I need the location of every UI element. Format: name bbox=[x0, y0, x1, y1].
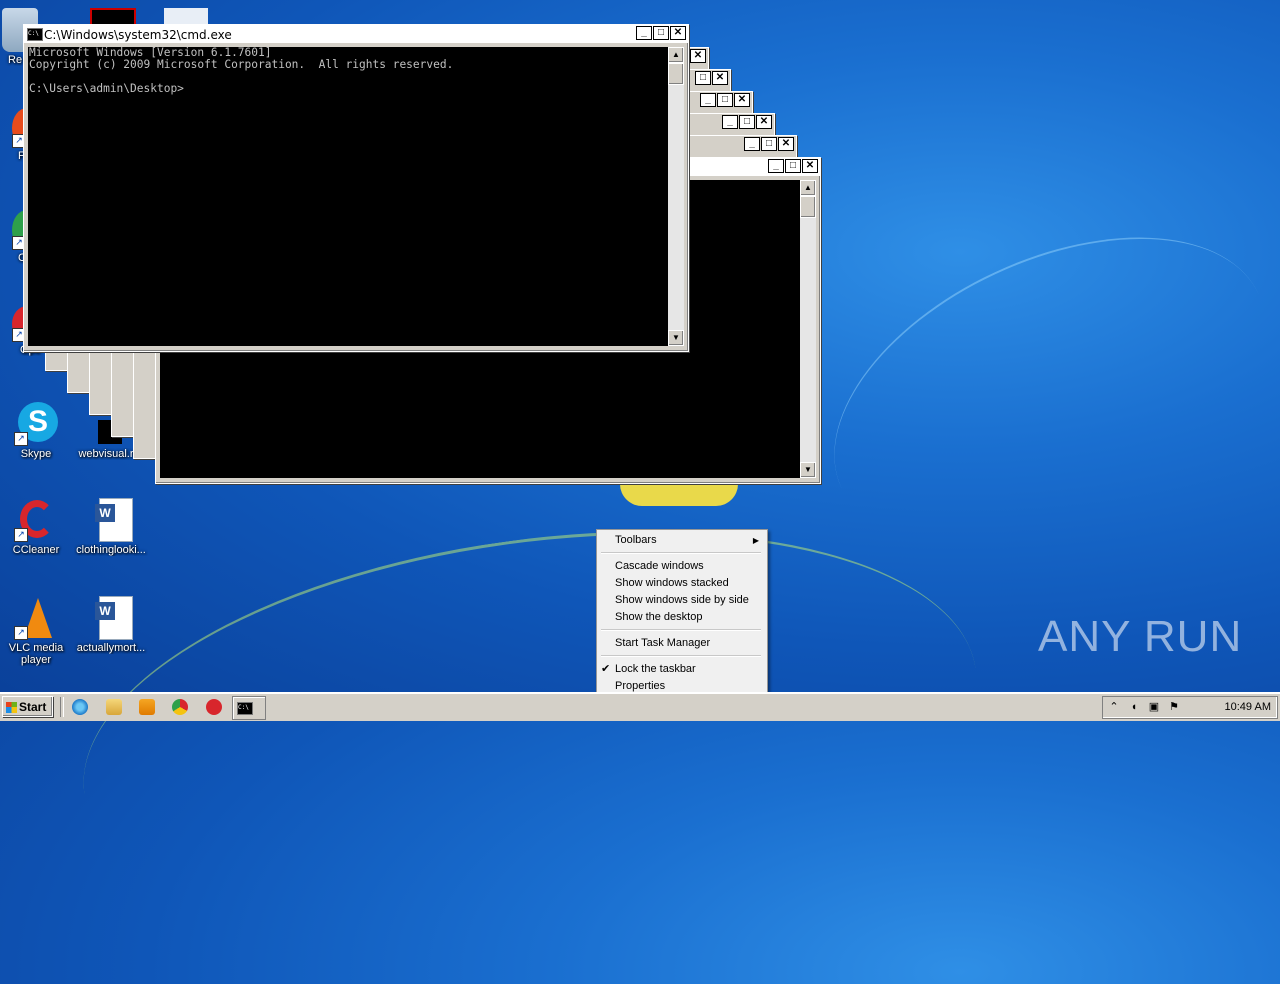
taskbar-context-menu: Toolbars ▶ Cascade windows Show windows … bbox=[596, 529, 768, 698]
scroll-down-button[interactable]: ▼ bbox=[800, 462, 816, 478]
submenu-arrow-icon: ▶ bbox=[752, 536, 759, 545]
taskbar-divider bbox=[60, 697, 64, 717]
maximize-button[interactable]: □ bbox=[761, 137, 777, 151]
maximize-button[interactable]: □ bbox=[653, 26, 669, 40]
scroll-up-button[interactable]: ▲ bbox=[800, 180, 816, 196]
system-tray: ⌃ ◖ ▣ ⚑ 10:49 AM bbox=[1102, 696, 1278, 719]
scroll-thumb[interactable] bbox=[668, 63, 684, 85]
maximize-button[interactable]: □ bbox=[739, 115, 755, 129]
menu-item-show-windows-stacked[interactable]: Show windows stacked bbox=[615, 575, 763, 592]
console-prompt: C:\Users\admin\Desktop> bbox=[29, 82, 184, 95]
word-document-icon: W bbox=[89, 596, 133, 640]
close-button[interactable]: ✕ bbox=[756, 115, 772, 129]
close-button[interactable]: ✕ bbox=[734, 93, 750, 107]
skype-icon: S ↗ bbox=[14, 402, 58, 446]
close-button[interactable]: ✕ bbox=[690, 49, 706, 63]
menu-item-start-task-manager[interactable]: Start Task Manager bbox=[615, 635, 763, 652]
window-title: C:\Windows\system32\cmd.exe bbox=[44, 28, 232, 42]
cmd-icon: C:\ bbox=[237, 702, 253, 715]
vertical-scrollbar[interactable]: ▲ ▼ bbox=[800, 180, 816, 478]
minimize-button[interactable]: _ bbox=[700, 93, 716, 107]
desktop-icon-clothinglooki[interactable]: W clothinglooki... bbox=[74, 498, 148, 556]
wallpaper-swoosh bbox=[57, 479, 1003, 984]
media-player-icon[interactable] bbox=[139, 699, 155, 715]
desktop-icon-partial[interactable] bbox=[164, 8, 208, 24]
taskbar[interactable]: Start C:\ ⌃ ◖ ▣ ⚑ 10:49 AM bbox=[0, 692, 1280, 721]
minimize-button[interactable]: _ bbox=[768, 159, 784, 173]
desktop-icon-skype[interactable]: S ↗ Skype bbox=[1, 402, 71, 460]
anyrun-watermark: ANY RUN bbox=[1038, 612, 1243, 661]
vlc-icon: ↗ bbox=[14, 596, 58, 640]
close-button[interactable]: ✕ bbox=[802, 159, 818, 173]
menu-separator bbox=[601, 552, 761, 554]
opera-icon[interactable] bbox=[206, 699, 222, 715]
network-icon[interactable]: ▣ bbox=[1147, 700, 1161, 714]
word-document-icon: W bbox=[89, 498, 133, 542]
start-button[interactable]: Start bbox=[2, 696, 53, 717]
show-hidden-icons-icon[interactable]: ⌃ bbox=[1107, 700, 1121, 714]
windows-logo-icon bbox=[6, 702, 17, 713]
scroll-up-button[interactable]: ▲ bbox=[668, 47, 684, 63]
menu-item-show-the-desktop[interactable]: Show the desktop bbox=[615, 609, 763, 626]
desktop-icon-actuallymort[interactable]: W actuallymort... bbox=[74, 596, 148, 654]
minimize-button[interactable]: _ bbox=[744, 137, 760, 151]
menu-item-show-windows-side-by-side[interactable]: Show windows side by side bbox=[615, 592, 763, 609]
wallpaper-flower bbox=[620, 484, 738, 506]
vertical-scrollbar[interactable]: ▲ ▼ bbox=[668, 47, 684, 346]
maximize-button[interactable]: □ bbox=[785, 159, 801, 173]
checkmark-icon: ✔ bbox=[601, 663, 611, 675]
ie-icon[interactable] bbox=[72, 699, 88, 715]
action-center-flag-icon[interactable]: ⚑ bbox=[1167, 700, 1181, 714]
menu-separator bbox=[601, 629, 761, 631]
ccleaner-icon: ↗ bbox=[14, 498, 58, 542]
menu-item-lock-the-taskbar[interactable]: ✔ Lock the taskbar bbox=[601, 661, 763, 678]
minimize-button[interactable]: _ bbox=[636, 26, 652, 40]
maximize-button[interactable]: □ bbox=[717, 93, 733, 107]
desktop-icon-ccleaner[interactable]: ↗ CCleaner bbox=[1, 498, 71, 556]
maximize-button[interactable]: □ bbox=[695, 71, 711, 85]
menu-item-cascade-windows[interactable]: Cascade windows bbox=[615, 558, 763, 575]
console-line: Copyright (c) 2009 Microsoft Corporation… bbox=[29, 58, 454, 71]
minimize-button[interactable]: _ bbox=[722, 115, 738, 129]
desktop-icon-vlc[interactable]: ↗ VLC media player bbox=[1, 596, 71, 666]
taskbar-cmd-button[interactable]: C:\ bbox=[232, 696, 266, 720]
scroll-down-button[interactable]: ▼ bbox=[668, 330, 684, 346]
explorer-icon[interactable] bbox=[106, 699, 122, 715]
close-button[interactable]: ✕ bbox=[670, 26, 686, 40]
console-output[interactable]: Microsoft Windows [Version 6.1.7601] Copy… bbox=[28, 47, 669, 346]
chrome-icon[interactable] bbox=[172, 699, 188, 715]
scroll-thumb[interactable] bbox=[800, 196, 816, 218]
close-button[interactable]: ✕ bbox=[778, 137, 794, 151]
volume-icon[interactable]: ◖ bbox=[1127, 700, 1141, 714]
cmd-app-icon: C:\ bbox=[27, 28, 43, 41]
clock[interactable]: 10:49 AM bbox=[1225, 701, 1271, 713]
menu-separator bbox=[601, 655, 761, 657]
wallpaper-swoosh bbox=[786, 175, 1280, 607]
title-bar[interactable]: C:\ C:\Windows\system32\cmd.exe _ □ ✕ bbox=[24, 25, 688, 43]
close-button[interactable]: ✕ bbox=[712, 71, 728, 85]
menu-item-toolbars[interactable]: Toolbars ▶ bbox=[615, 532, 763, 549]
cmd-window-active[interactable]: C:\ C:\Windows\system32\cmd.exe _ □ ✕ Mi… bbox=[23, 24, 689, 352]
